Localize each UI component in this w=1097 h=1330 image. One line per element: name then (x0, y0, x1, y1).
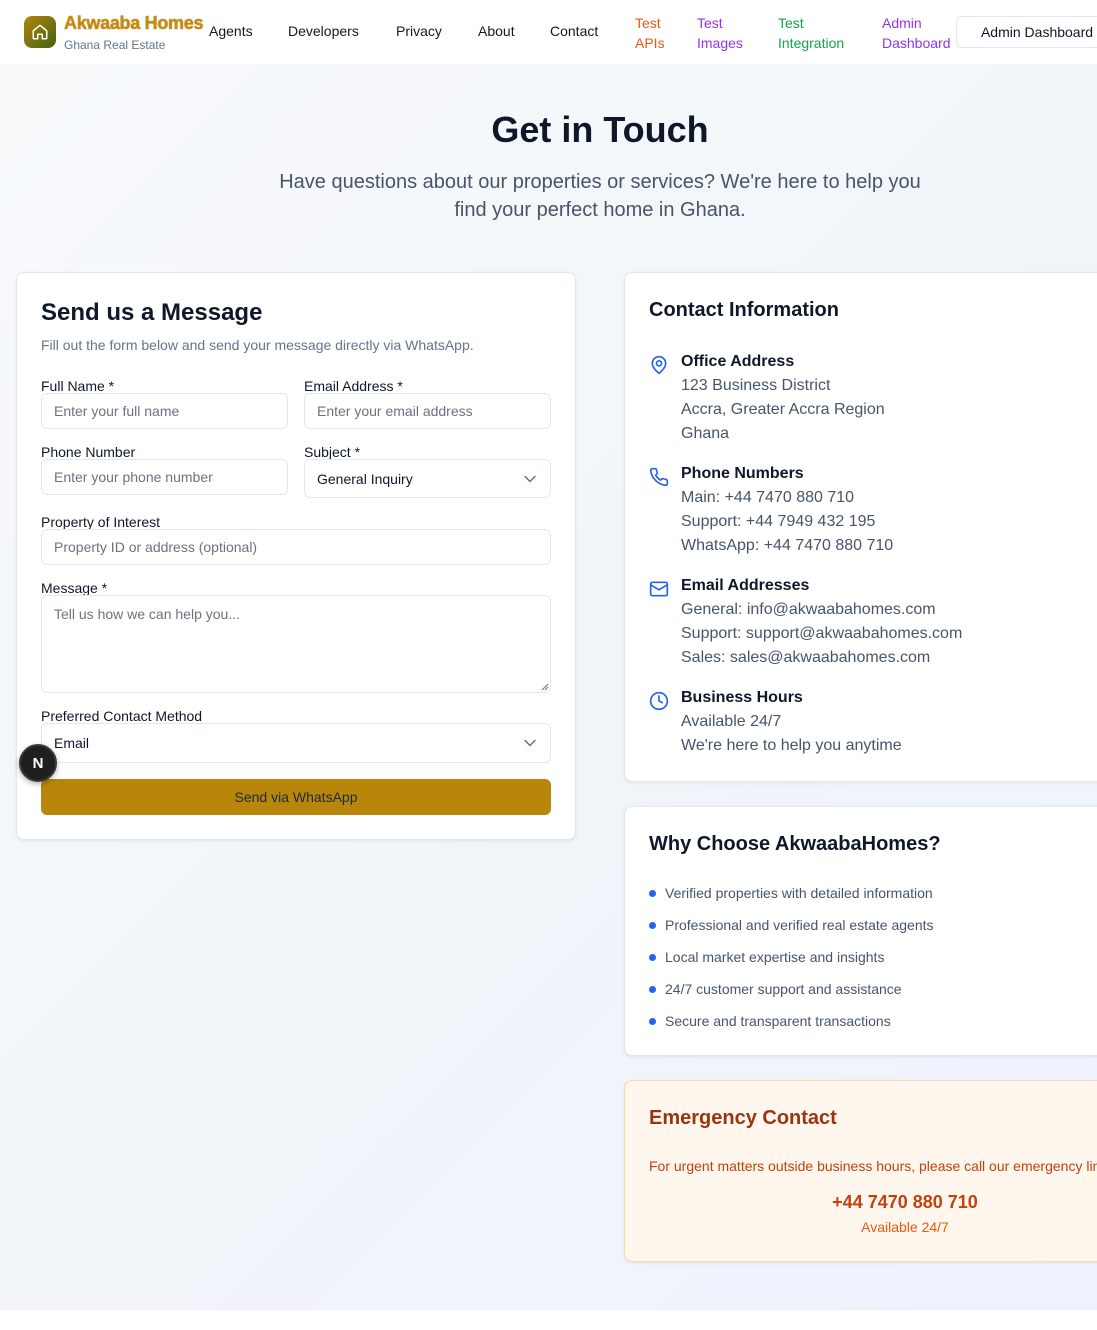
phone-icon (649, 467, 669, 487)
office-address-line: 123 Business District (681, 377, 831, 394)
email-addresses-heading: Email Addresses (681, 577, 810, 594)
contact-method-selected-value: Email (54, 735, 90, 751)
subject-label: Subject * (304, 444, 361, 460)
nav-link-about[interactable]: About (478, 23, 515, 39)
full-name-input[interactable] (41, 393, 288, 429)
list-item: Professional and verified real estate ag… (649, 917, 934, 933)
bullet-dot-icon (649, 953, 656, 961)
dev-tools-badge[interactable]: N (19, 744, 57, 782)
email-label: Email Address * (304, 378, 403, 394)
bullet-dot-icon (649, 921, 656, 929)
emergency-contact-card: Emergency Contact For urgent matters out… (624, 1080, 1097, 1262)
subject-select[interactable]: General Inquiry (304, 459, 551, 498)
bullet-dot-icon (649, 1017, 656, 1025)
phone-label: Phone Number (41, 444, 136, 460)
phone-input[interactable] (41, 459, 288, 495)
phone-number-line[interactable]: Support: +44 7949 432 195 (681, 513, 875, 531)
message-label: Message * (41, 580, 108, 596)
emergency-phone[interactable]: +44 7470 880 710 (805, 1192, 1005, 1213)
nav-link-agents[interactable]: Agents (209, 23, 253, 39)
nav-link-developers[interactable]: Developers (288, 23, 359, 39)
chevron-down-icon (524, 739, 536, 747)
office-address-line: Ghana (681, 425, 730, 442)
brand-name[interactable]: Akwaaba Homes (64, 13, 203, 34)
message-form-card: Send us a Message Fill out the form belo… (16, 272, 576, 840)
phone-numbers-heading: Phone Numbers (681, 465, 804, 482)
business-hours-block: Business Hours Available 24/7 We're here… (649, 689, 1097, 755)
nav-link-privacy[interactable]: Privacy (396, 23, 442, 39)
page-subtitle: Have questions about our properties or s… (279, 171, 921, 221)
list-item: Secure and transparent transactions (649, 1013, 891, 1029)
chevron-down-icon (524, 475, 536, 482)
bullet-dot-icon (649, 985, 656, 993)
list-item: Local market expertise and insights (649, 949, 884, 965)
clock-icon (649, 691, 669, 711)
email-address-line[interactable]: Sales: sales@akwaabahomes.com (681, 649, 930, 667)
contact-method-label: Preferred Contact Method (41, 708, 203, 724)
send-via-whatsapp-button[interactable]: Send via WhatsApp (41, 779, 551, 815)
footer-strip (0, 1310, 1097, 1330)
nav-link-test-integration[interactable]: Test Integration (778, 13, 858, 53)
property-label: Property of Interest (41, 514, 161, 530)
nav-link-contact[interactable]: Contact (550, 23, 598, 39)
property-input[interactable] (41, 529, 551, 565)
mail-icon (649, 581, 669, 597)
top-navbar: Akwaaba Homes Ghana Real Estate Agents D… (0, 0, 1097, 64)
phone-numbers-block: Phone Numbers Main: +44 7470 880 710 Sup… (649, 465, 1097, 555)
contact-information-card: Contact Information Office Address 123 B… (624, 272, 1097, 782)
nav-link-admin-dashboard[interactable]: Admin Dashboard (882, 13, 956, 53)
emergency-description: For urgent matters outside business hour… (649, 1158, 1097, 1174)
home-logo-icon[interactable] (24, 16, 56, 48)
why-choose-card: Why Choose AkwaabaHomes? Verified proper… (624, 806, 1097, 1056)
nav-link-test-images[interactable]: Test Images (697, 13, 757, 53)
why-choose-title: Why Choose AkwaabaHomes? (649, 833, 941, 855)
admin-dashboard-button[interactable]: Admin Dashboard (956, 16, 1097, 48)
email-address-line[interactable]: Support: support@akwaabahomes.com (681, 625, 962, 643)
office-address-heading: Office Address (681, 353, 795, 370)
nav-link-test-apis[interactable]: Test APIs (635, 13, 675, 53)
contact-page-main: Get in Touch Have questions about our pr… (0, 64, 1097, 1310)
message-textarea[interactable] (41, 595, 551, 693)
emergency-title: Emergency Contact (649, 1107, 837, 1129)
form-description: Fill out the form below and send your me… (41, 337, 474, 353)
list-item: Verified properties with detailed inform… (649, 885, 933, 901)
phone-number-line[interactable]: WhatsApp: +44 7470 880 710 (681, 537, 893, 555)
form-title: Send us a Message (41, 299, 263, 326)
email-addresses-block: Email Addresses General: info@akwaabahom… (649, 577, 1097, 667)
business-hours-line: Available 24/7 (681, 713, 782, 730)
subject-selected-value: General Inquiry (317, 470, 413, 487)
business-hours-heading: Business Hours (681, 689, 803, 706)
contact-method-select[interactable]: Email (41, 723, 551, 763)
email-input[interactable] (304, 393, 551, 429)
contact-info-title: Contact Information (649, 299, 839, 321)
resize-grip-icon[interactable] (541, 683, 549, 691)
emergency-availability: Available 24/7 (861, 1219, 949, 1235)
list-item: 24/7 customer support and assistance (649, 981, 902, 997)
page-title: Get in Touch (491, 109, 709, 150)
bullet-dot-icon (649, 889, 656, 897)
map-pin-icon (651, 355, 667, 375)
email-address-line[interactable]: General: info@akwaabahomes.com (681, 601, 936, 619)
full-name-label: Full Name * (41, 378, 115, 394)
phone-number-line[interactable]: Main: +44 7470 880 710 (681, 489, 854, 507)
office-address-line: Accra, Greater Accra Region (681, 401, 885, 418)
business-hours-line: We're here to help you anytime (681, 737, 902, 754)
office-address-block: Office Address 123 Business District Acc… (649, 353, 1097, 443)
brand-tagline: Ghana Real Estate (64, 38, 166, 52)
